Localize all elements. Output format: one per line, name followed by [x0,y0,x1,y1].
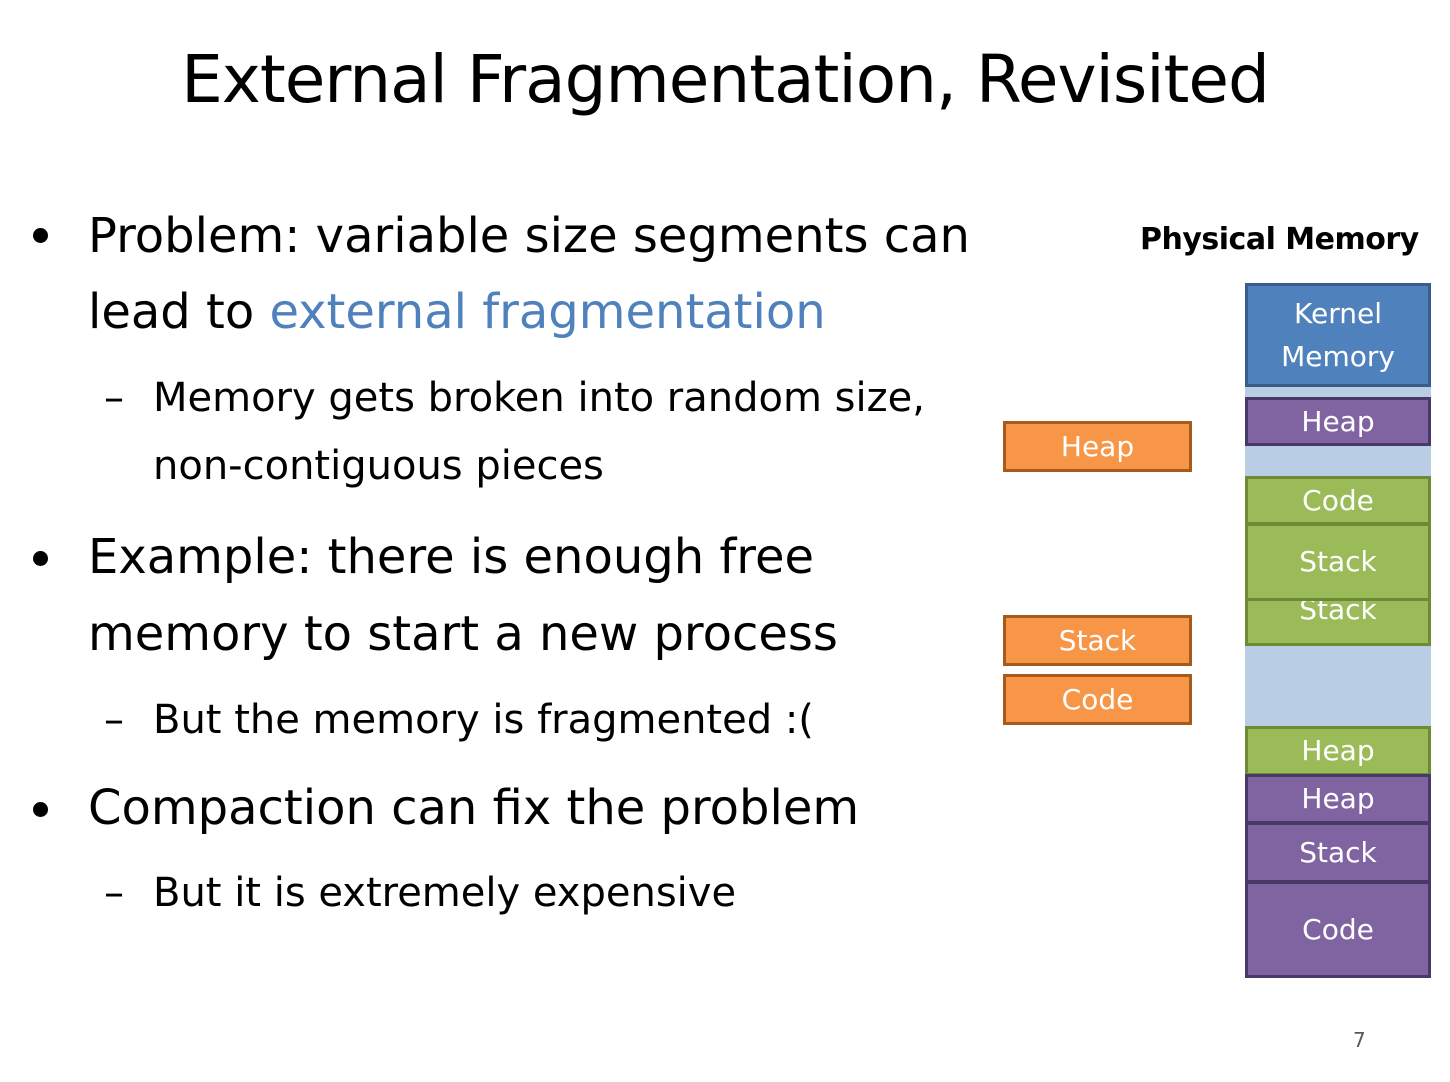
sub-bullet-2-line-1: But the memory is fragmented :( [153,697,814,743]
new-process-heap-block: Heap [1003,421,1192,472]
dash-marker: – [104,375,124,421]
sub-bullet-1-line-1: Memory gets broken into random size, [153,375,925,421]
memory-block-stack: Stack [1245,822,1431,883]
slide-title: External Fragmentation, Revisited [181,41,1270,118]
diagram-title: Physical Memory [1140,222,1419,257]
bullet-1-line-2: lead to external fragmentation [88,288,826,336]
highlight-term: external fragmentation [269,284,826,340]
memory-block-heap: Heap [1245,397,1431,446]
new-process-stack-block: Stack [1003,615,1192,666]
bullet-2-line-1: Example: there is enough free [88,529,815,585]
bullet-3-line-1: Compaction can fix the problem [88,780,860,836]
bullet-2-line-2: memory to start a new process [88,606,838,662]
memory-block-heap: Heap [1245,726,1431,776]
memory-block-code: Code [1245,881,1431,978]
bullet-dot [33,551,48,566]
bullet-dot [33,228,48,243]
memory-block-stack: Stack [1245,523,1431,601]
dash-marker: – [104,870,124,916]
new-process-code-block: Code [1003,674,1192,725]
dash-marker: – [104,697,124,743]
bullet-1-line-2-text: lead to [88,284,270,340]
page-number: 7 [1353,1028,1366,1052]
sub-bullet-3-line-1: But it is extremely expensive [153,870,737,916]
memory-block-heap: Heap [1245,774,1431,824]
memory-block-code: Code [1245,476,1431,525]
sub-bullet-1-line-2: non-contiguous pieces [153,443,604,489]
kernel-memory-block: Kernel Memory [1245,283,1431,387]
bullet-1-line-1: Problem: variable size segments can [88,208,970,264]
bullet-dot [33,802,48,817]
